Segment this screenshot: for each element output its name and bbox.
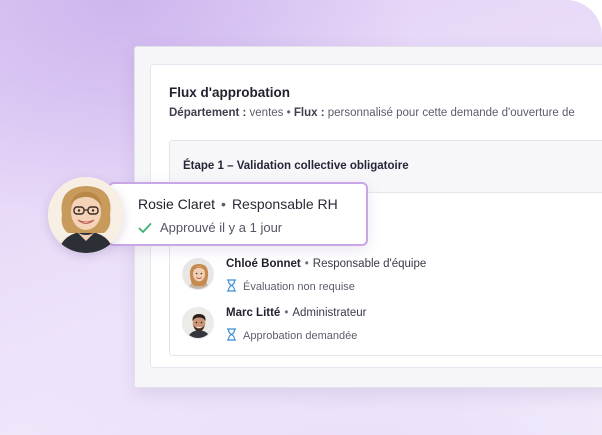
meta-separator: •	[286, 107, 291, 119]
approver-role: Administrateur	[292, 307, 367, 319]
approver-status: Évaluation non requise	[243, 281, 355, 293]
approver-status-line: Approbation demandée	[226, 328, 357, 342]
approver-status-line: Évaluation non requise	[226, 279, 355, 293]
avatar	[48, 177, 124, 253]
flux-meta: Département : ventes • Flux : personnali…	[169, 107, 575, 119]
separator-dot: •	[304, 258, 309, 270]
approver-name-line: Marc Litté • Administrateur	[226, 307, 367, 319]
separator-dot: •	[284, 307, 289, 319]
highlighted-approver-card[interactable]: Rosie Claret • Responsable RH Approuvé il …	[108, 182, 368, 246]
flux-title: Flux d'approbation	[169, 85, 290, 100]
check-icon	[138, 223, 152, 233]
step-title: Étape 1 – Validation collective obligato…	[183, 160, 409, 172]
avatar-chloe-icon	[183, 259, 213, 289]
separator-dot: •	[221, 196, 226, 212]
highlighted-role: Responsable RH	[231, 196, 338, 212]
highlighted-status: Approuvé il y a 1 jour	[160, 220, 283, 235]
approver-status: Approbation demandée	[243, 330, 358, 342]
hourglass-icon	[226, 279, 237, 292]
approver-name-line: Chloé Bonnet • Responsable d'équipe	[226, 258, 426, 270]
avatar-marc-icon	[183, 308, 213, 338]
flux-value: personnalisé pour cette demande d'ouvert…	[327, 107, 575, 119]
highlighted-name: Rosie Claret	[138, 196, 216, 212]
approver-role: Responsable d'équipe	[312, 258, 427, 270]
avatar-rosie-icon	[48, 177, 124, 253]
approver-row[interactable]: Marc Litté • Administrateur Approbation de…	[182, 307, 602, 347]
avatar	[182, 258, 214, 290]
step-card: Étape 1 – Validation collective obligato…	[169, 140, 602, 356]
approver-row[interactable]: Chloé Bonnet • Responsable d'équipe Évalua…	[182, 258, 602, 298]
approver-name: Marc Litté	[226, 307, 281, 319]
department-label: Département :	[169, 107, 247, 119]
hourglass-icon	[226, 328, 237, 341]
flux-label: Flux :	[293, 107, 325, 119]
approver-name: Chloé Bonnet	[226, 258, 301, 270]
highlighted-status-line: Approuvé il y a 1 jour	[138, 220, 282, 235]
background-stage: Flux d'approbation Département : ventes …	[0, 0, 602, 435]
avatar	[182, 307, 214, 339]
highlighted-name-line: Rosie Claret • Responsable RH	[138, 196, 338, 212]
department-value: ventes	[249, 107, 284, 119]
